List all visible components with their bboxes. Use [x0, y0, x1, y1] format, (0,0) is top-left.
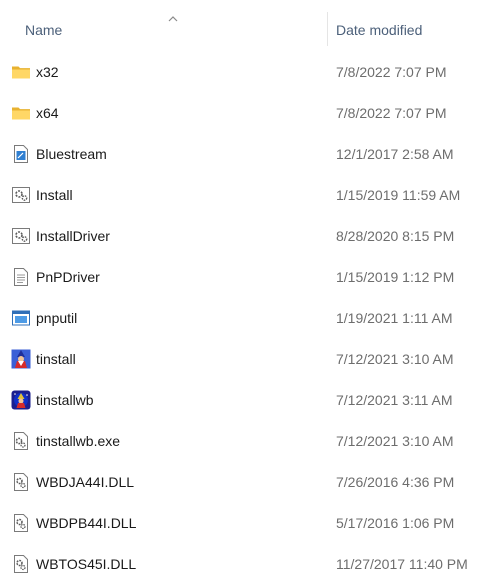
- column-header-bar: Name Date modified: [0, 0, 487, 48]
- file-list: x32 7/8/2022 7:07 PM x64 7/8/2022 7:07 P…: [0, 52, 487, 585]
- wizard-night-app-icon: [11, 390, 31, 410]
- file-name: x32: [36, 64, 59, 80]
- file-date-modified: 7/26/2016 4:36 PM: [336, 474, 455, 490]
- file-date-modified: 7/12/2021 3:10 AM: [336, 433, 454, 449]
- dll-file-icon: [14, 555, 28, 573]
- file-date-modified: 7/12/2021 3:11 AM: [336, 392, 453, 408]
- dll-file-icon: [14, 473, 28, 491]
- file-row[interactable]: Install 1/15/2019 11:59 AM: [0, 175, 487, 216]
- wizard-app-icon: [11, 349, 31, 369]
- file-name: InstallDriver: [36, 228, 110, 244]
- application-window-icon: [12, 310, 30, 326]
- file-row[interactable]: tinstall 7/12/2021 3:10 AM: [0, 339, 487, 380]
- file-name: tinstallwb.exe: [36, 433, 121, 449]
- file-date-modified: 1/15/2019 11:59 AM: [336, 187, 461, 203]
- file-name: PnPDriver: [36, 269, 100, 285]
- file-row[interactable]: PnPDriver 1/15/2019 1:12 PM: [0, 257, 487, 298]
- file-date-modified: 11/27/2017 11:40 PM: [336, 556, 468, 572]
- file-name: WBDPB44I.DLL: [36, 515, 137, 531]
- folder-icon: [12, 107, 30, 120]
- file-row[interactable]: Bluestream 12/1/2017 2:58 AM: [0, 134, 487, 175]
- settings-file-icon: [12, 228, 30, 244]
- sort-ascending-icon: [168, 16, 178, 22]
- column-header-name-label: Name: [25, 22, 63, 38]
- file-date-modified: 8/28/2020 8:15 PM: [336, 228, 455, 244]
- file-name: tinstallwb: [36, 392, 94, 408]
- folder-icon: [12, 66, 30, 79]
- file-date-modified: 7/8/2022 7:07 PM: [336, 105, 447, 121]
- file-row[interactable]: WBTOS45I.DLL 11/27/2017 11:40 PM: [0, 544, 487, 585]
- file-row[interactable]: InstallDriver 8/28/2020 8:15 PM: [0, 216, 487, 257]
- file-name: x64: [36, 105, 59, 121]
- file-name: Install: [36, 187, 73, 203]
- file-name: pnputil: [36, 310, 78, 326]
- file-row[interactable]: x64 7/8/2022 7:07 PM: [0, 93, 487, 134]
- file-row[interactable]: x32 7/8/2022 7:07 PM: [0, 52, 487, 93]
- file-date-modified: 12/1/2017 2:58 AM: [336, 146, 454, 162]
- document-blue-icon: [14, 145, 28, 163]
- file-row[interactable]: tinstallwb.exe 7/12/2021 3:10 AM: [0, 421, 487, 462]
- file-date-modified: 1/19/2021 1:11 AM: [336, 310, 453, 326]
- file-name: WBTOS45I.DLL: [36, 556, 137, 572]
- file-date-modified: 7/12/2021 3:10 AM: [336, 351, 454, 367]
- file-row[interactable]: WBDPB44I.DLL 5/17/2016 1:06 PM: [0, 503, 487, 544]
- file-name: tinstall: [36, 351, 76, 367]
- file-date-modified: 1/15/2019 1:12 PM: [336, 269, 455, 285]
- file-date-modified: 7/8/2022 7:07 PM: [336, 64, 447, 80]
- column-header-date-modified[interactable]: Date modified: [328, 10, 487, 48]
- column-header-date-label: Date modified: [336, 22, 423, 38]
- file-name: WBDJA44I.DLL: [36, 474, 135, 490]
- text-file-icon: [14, 268, 28, 286]
- file-date-modified: 5/17/2016 1:06 PM: [336, 515, 455, 531]
- column-header-name[interactable]: Name: [0, 10, 327, 48]
- file-row[interactable]: WBDJA44I.DLL 7/26/2016 4:36 PM: [0, 462, 487, 503]
- settings-file-icon: [12, 187, 30, 203]
- dll-file-icon: [14, 514, 28, 532]
- exe-config-file-icon: [14, 432, 28, 450]
- file-name: Bluestream: [36, 146, 107, 162]
- file-row[interactable]: tinstallwb 7/12/2021 3:11 AM: [0, 380, 487, 421]
- file-row[interactable]: pnputil 1/19/2021 1:11 AM: [0, 298, 487, 339]
